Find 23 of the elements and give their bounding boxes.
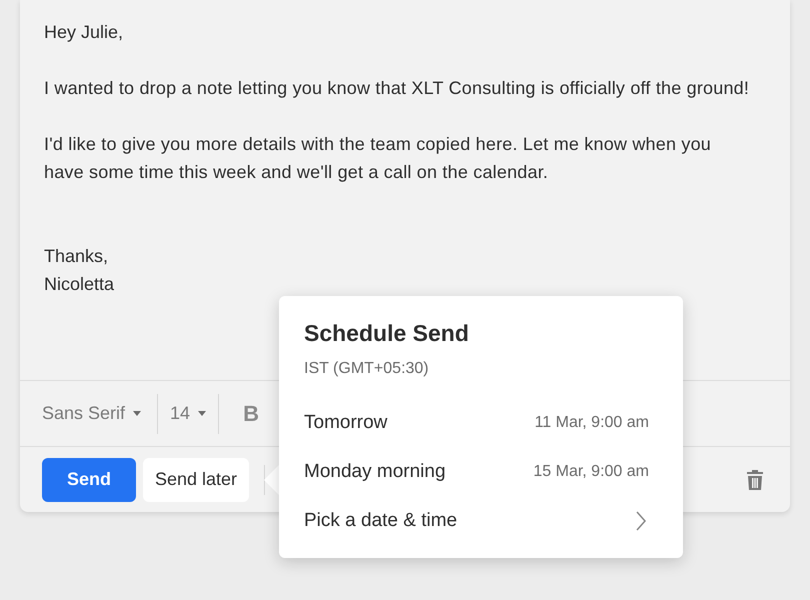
trash-icon[interactable] <box>746 468 764 490</box>
schedule-option[interactable]: Monday morning 15 Mar, 9:00 am <box>304 448 658 496</box>
signoff-text: Nicoletta <box>44 273 116 296</box>
option-time: 15 Mar, 9:00 am <box>533 462 649 482</box>
chevron-right-icon <box>636 511 646 531</box>
popover-title: Schedule Send <box>304 319 470 348</box>
font-size-dropdown[interactable]: 14 <box>158 394 220 434</box>
font-family-dropdown[interactable]: Sans Serif <box>42 394 158 434</box>
caret-icon <box>133 411 142 416</box>
schedule-option[interactable]: Pick a date & time <box>304 496 658 546</box>
send-button[interactable]: Send <box>42 458 136 502</box>
option-label: Pick a date & time <box>304 508 458 533</box>
option-time: 11 Mar, 9:00 am <box>534 413 649 433</box>
schedule-option[interactable]: Tomorrow 11 Mar, 9:00 am <box>304 398 658 448</box>
signoff-text: Thanks, <box>44 245 110 268</box>
body-paragraph: I'd like to give you more details with the team copied here. Let me know when you have some time this week and we'll get a call on the calendar. <box>44 133 712 184</box>
option-label: Tomorrow <box>304 410 388 435</box>
timezone-label: IST (GMT+05:30) <box>304 358 430 378</box>
send-later-button[interactable]: Send later <box>143 458 250 502</box>
greeting-text: Hey Julie, <box>44 21 124 44</box>
body-paragraph: I wanted to drop a note letting you know that XLT Consulting is officially off the ground! <box>44 77 750 100</box>
caret-icon <box>198 411 206 416</box>
option-label: Monday morning <box>304 460 446 484</box>
